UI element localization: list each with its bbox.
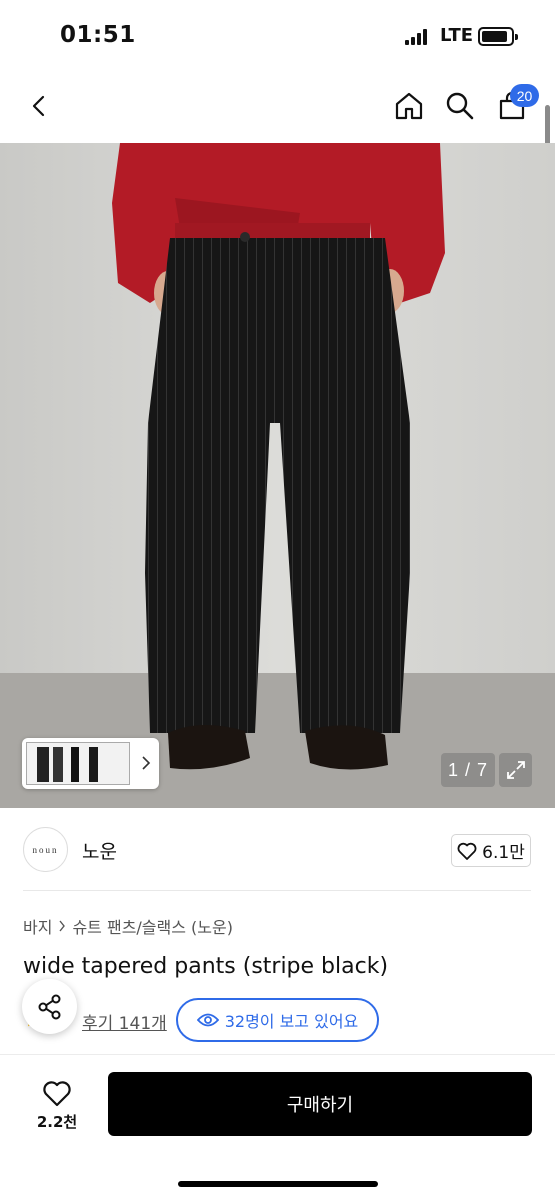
brand-like-button[interactable]: 6.1만 [451,834,531,867]
heart-icon [43,1081,71,1107]
status-bar: 01:51 LTE [0,0,555,72]
search-icon [446,92,474,120]
product-image-carousel[interactable] [0,143,555,808]
brand-name[interactable]: 노운 [82,837,117,864]
brand-like-count: 6.1만 [482,843,525,863]
chevron-left-icon [32,95,45,117]
section-divider [23,890,531,891]
review-count-link[interactable]: 후기 141개 [82,1009,167,1034]
signal-icon [405,29,431,45]
viewers-text: 32명이 보고 있어요 [224,1012,359,1031]
home-indicator [178,1181,378,1187]
top-nav-bar [0,72,555,144]
product-photo [0,143,555,808]
expand-icon [506,761,525,779]
breadcrumb: 바지 슈트 팬츠/슬랙스 (노운) [23,914,233,938]
thumbnail-images[interactable] [26,742,130,785]
image-page-indicator: 1 / 7 [441,753,495,787]
share-icon [38,994,60,1019]
status-time: 01:51 [60,22,136,48]
home-icon [395,92,423,120]
chevron-right-icon [59,920,66,932]
search-button[interactable] [436,82,484,130]
network-label: LTE [440,25,474,46]
thumbnail-strip[interactable] [22,738,159,789]
eye-icon [196,1013,219,1027]
wishlist-button[interactable]: 2.2천 [22,1075,92,1137]
heart-icon [457,842,477,860]
wishlist-count: 2.2천 [36,1113,78,1131]
home-button[interactable] [385,82,433,130]
battery-icon [478,27,518,46]
buy-button[interactable]: 구매하기 [108,1072,532,1136]
brand-logo[interactable]: noun [23,827,68,872]
product-title: wide tapered pants (stripe black) [23,954,389,979]
back-button[interactable] [16,82,64,130]
chevron-right-icon [142,756,151,770]
breadcrumb-item[interactable]: 바지 [23,914,52,938]
brand-row: noun 노운 6.1만 [0,808,555,892]
viewers-badge: 32명이 보고 있어요 [176,998,379,1042]
expand-image-button[interactable] [499,753,532,787]
breadcrumb-item[interactable]: 슈트 팬츠/슬랙스 (노운) [72,914,233,938]
cart-count-badge: 20 [510,84,539,107]
share-button[interactable] [22,979,77,1034]
bottom-action-bar: 2.2천 구매하기 [0,1054,555,1200]
